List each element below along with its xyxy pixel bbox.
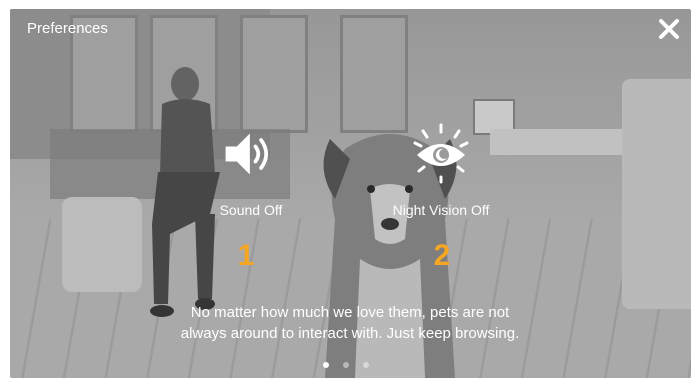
caption-line-2: always around to interact with. Just kee… — [180, 325, 520, 342]
step-number-2: 2 — [433, 239, 451, 272]
step-number-1: 1 — [237, 239, 255, 272]
caption-line-1: No matter how much we love them, pets ar… — [190, 304, 510, 321]
onboarding-card: Preferences Sound Off 1 Night Vision Off… — [10, 9, 691, 378]
page-dot-2[interactable] — [343, 362, 349, 368]
speaker-icon[interactable] — [220, 126, 276, 182]
night-vision-off-label: Night Vision Off — [392, 202, 490, 218]
eye-night-icon[interactable] — [409, 121, 473, 185]
sound-off-label: Sound Off — [219, 202, 283, 218]
onboarding-caption: No matter how much we love them, pets ar… — [130, 302, 570, 344]
close-icon[interactable] — [657, 17, 681, 41]
page-dot-3[interactable] — [363, 362, 369, 368]
page-title: Preferences — [27, 20, 108, 37]
pagination-dots — [323, 362, 369, 368]
page-dot-1[interactable] — [323, 362, 329, 368]
